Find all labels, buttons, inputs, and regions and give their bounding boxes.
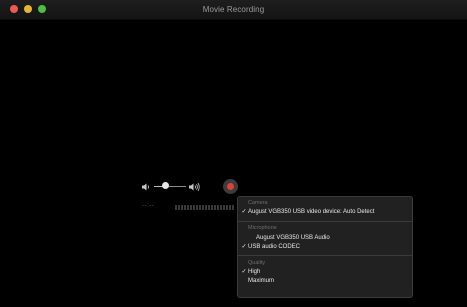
menu-header-camera: Camera bbox=[248, 200, 268, 206]
movie-recording-window: Movie Recording --:-- Camera ✓ August VG… bbox=[0, 0, 467, 307]
menu-item-quality-maximum[interactable]: Maximum bbox=[238, 277, 412, 285]
checkmark-icon: ✓ bbox=[241, 269, 247, 275]
volume-slider-track[interactable] bbox=[154, 186, 186, 187]
menu-separator bbox=[238, 255, 412, 256]
menu-item-mic-usb-codec[interactable]: ✓ USB audio CODEC bbox=[238, 243, 412, 251]
options-menu: Camera ✓ August VGB350 USB video device:… bbox=[237, 196, 413, 298]
menu-item-camera-device[interactable]: ✓ August VGB350 USB video device: Auto D… bbox=[238, 208, 412, 216]
volume-slider-knob[interactable] bbox=[162, 182, 169, 189]
title-bar[interactable]: Movie Recording bbox=[0, 0, 467, 20]
menu-header-microphone: Microphone bbox=[248, 225, 277, 231]
menu-header-quality: Quality bbox=[248, 260, 266, 266]
menu-separator bbox=[238, 221, 412, 222]
volume-low-icon bbox=[141, 182, 151, 192]
checkmark-icon: ✓ bbox=[241, 209, 247, 215]
volume-high-icon bbox=[188, 182, 201, 192]
audio-level-meter bbox=[175, 205, 235, 210]
checkmark-icon: ✓ bbox=[241, 244, 247, 250]
menu-item-quality-high[interactable]: ✓ High bbox=[238, 268, 412, 276]
record-icon bbox=[227, 183, 234, 190]
window-title: Movie Recording bbox=[202, 5, 265, 14]
menu-item-mic-august[interactable]: August VGB350 USB Audio bbox=[238, 234, 412, 242]
recording-time: --:-- bbox=[142, 203, 155, 209]
record-button[interactable] bbox=[223, 179, 238, 194]
